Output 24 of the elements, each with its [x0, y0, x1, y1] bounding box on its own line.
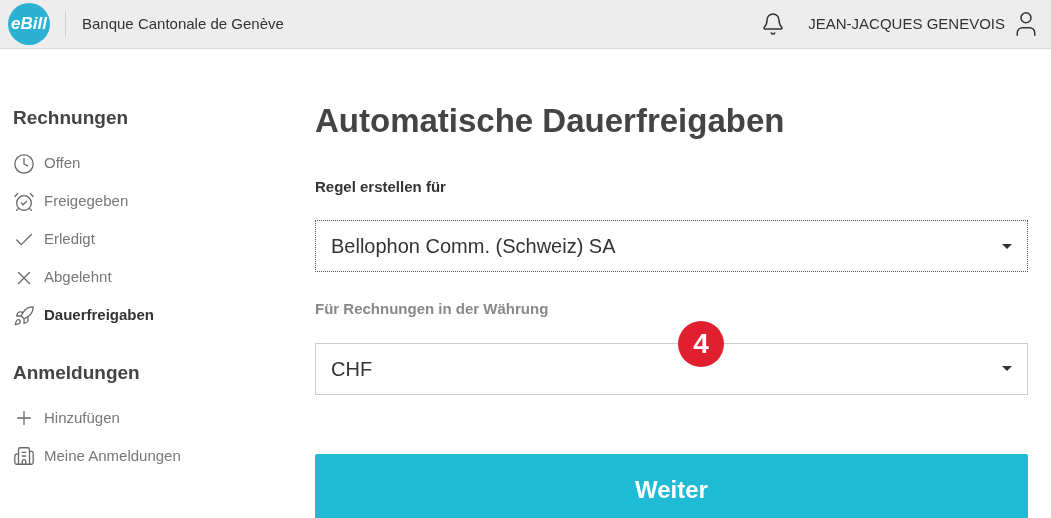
field-label: Regel erstellen für [315, 176, 447, 197]
section-heading: Rechnungen [13, 106, 130, 130]
sidebar-item[interactable]: Abgelehnt [13, 258, 315, 297]
sidebar-item[interactable]: Offen [13, 144, 315, 183]
page-title: Automatische Dauerfreigaben [315, 101, 786, 141]
bank-name: Banque Cantonale de Genève [82, 13, 284, 34]
sidebar-item[interactable]: Erledigt [13, 220, 315, 259]
caret-icon [1002, 243, 1012, 249]
dropdown[interactable]: Bellophon Comm. (Schweiz) SA [315, 220, 1028, 272]
clock-icon [13, 152, 35, 175]
sidebar-item[interactable]: Dauerfreigaben [13, 296, 315, 335]
rocket-icon [13, 304, 35, 327]
notification-icon[interactable] [761, 12, 786, 36]
sidebar-item[interactable]: Hinzufügen [13, 399, 315, 437]
logo[interactable]: eBill [8, 3, 50, 45]
step-badge: 4 [678, 320, 724, 367]
user-name[interactable]: JEAN-JACQUES GENEVOIS [808, 12, 1005, 36]
building-icon [13, 445, 35, 467]
field-label: Für Rechnungen in der Währung [315, 299, 550, 319]
sidebar-item[interactable]: Meine Anmeldungen [13, 437, 315, 475]
alarm-clock-check-icon [13, 190, 35, 213]
sidebar-item[interactable]: Freigegeben [13, 182, 315, 221]
caret-icon [1002, 366, 1012, 371]
section-heading: Anmeldungen [13, 360, 141, 385]
